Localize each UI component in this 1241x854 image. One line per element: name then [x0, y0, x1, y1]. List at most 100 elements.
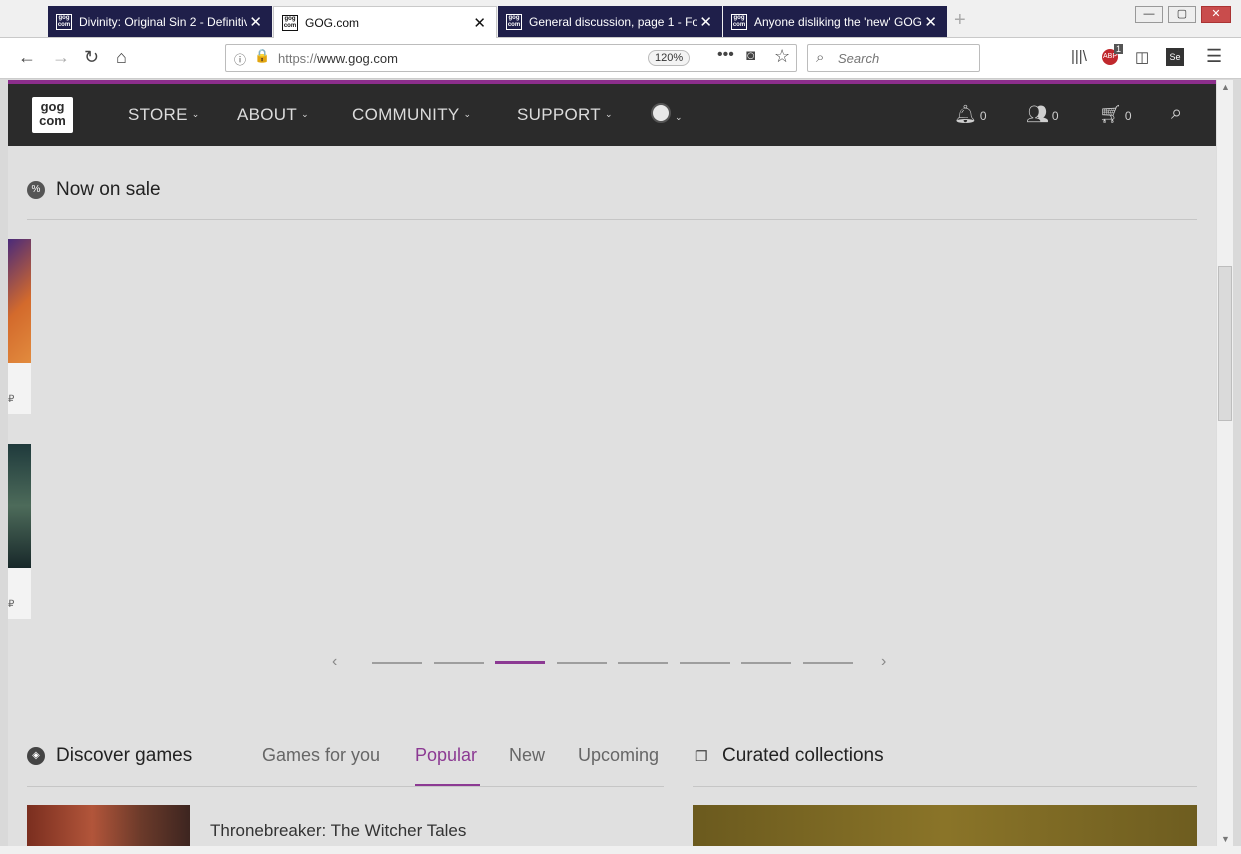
carousel-dot[interactable]: [556, 662, 607, 664]
chevron-down-icon: ⌄: [675, 112, 683, 122]
sidebar-toggle-icon[interactable]: ◫: [1135, 48, 1149, 66]
divider: [27, 219, 1197, 220]
scroll-up-arrow-icon[interactable]: ▲: [1221, 82, 1230, 92]
tab-upcoming[interactable]: Upcoming: [578, 745, 659, 766]
info-icon[interactable]: ⓘ: [234, 51, 246, 68]
home-icon[interactable]: ⌂: [116, 47, 127, 68]
menu-about[interactable]: ABOUT ⌄: [237, 105, 309, 125]
url-text[interactable]: https://www.gog.com: [278, 51, 398, 66]
close-icon[interactable]: ✕: [249, 13, 262, 31]
chevron-down-icon: ⌄: [191, 109, 200, 119]
tab-title: General discussion, page 1 - Fo: [529, 14, 697, 29]
sale-card[interactable]: ₽: [8, 239, 31, 414]
price-symbol: ₽: [8, 599, 15, 610]
close-icon[interactable]: ✕: [699, 13, 712, 31]
carousel-dot[interactable]: [618, 662, 668, 664]
tab-general-discussion[interactable]: gog com General discussion, page 1 - Fo ✕: [498, 6, 722, 37]
compass-icon: ◈: [27, 747, 45, 765]
search-icon: ⌕: [816, 49, 825, 66]
reload-icon[interactable]: ↻: [84, 47, 99, 68]
tab-gog-active[interactable]: gog com GOG.com ✕: [273, 6, 497, 38]
search-input[interactable]: [838, 51, 973, 66]
chevron-down-icon: ⌄: [463, 109, 472, 119]
sale-percent-icon: %: [27, 181, 45, 199]
game-cover: [8, 444, 31, 568]
logo-text-top: gog: [40, 99, 65, 114]
maximize-window-button[interactable]: ▢: [1168, 6, 1196, 23]
pocket-icon[interactable]: ◙: [746, 47, 755, 64]
section-title-curated-collections: Curated collections: [722, 745, 884, 766]
tab-title: GOG.com: [305, 15, 360, 30]
lock-icon[interactable]: 🔒: [254, 48, 270, 64]
gog-favicon-icon: gog com: [282, 14, 298, 31]
library-icon[interactable]: |||\: [1071, 48, 1087, 65]
chevron-down-icon: ⌄: [301, 109, 309, 119]
carousel-dot[interactable]: [433, 662, 484, 664]
divider: [27, 786, 664, 787]
tab-strip: gog com Divinity: Original Sin 2 - Defini…: [0, 0, 1241, 38]
forward-arrow-icon[interactable]: →: [52, 47, 70, 68]
section-title-now-on-sale: Now on sale: [56, 179, 161, 200]
scrollbar-thumb[interactable]: [1218, 266, 1232, 421]
navigation-toolbar: ← → ↻ ⌂ ⓘ 🔒 https://www.gog.com 120% •••…: [0, 38, 1241, 79]
divider: [693, 786, 1197, 787]
cart-button[interactable]: 🛒︎ 0: [1099, 104, 1132, 125]
selenium-extension-icon[interactable]: Se: [1166, 48, 1184, 66]
price-symbol: ₽: [8, 394, 15, 405]
tab-games-for-you[interactable]: Games for you: [262, 745, 380, 766]
bell-icon: 🔔︎: [954, 104, 977, 124]
hamburger-menu-icon[interactable]: ☰: [1206, 46, 1222, 67]
collections-icon: ❐: [695, 748, 708, 764]
window-bottom-border: [0, 846, 1241, 854]
close-icon[interactable]: ✕: [924, 13, 937, 31]
gog-favicon-icon: gog com: [506, 13, 522, 30]
avatar: [651, 103, 671, 123]
carousel-dot[interactable]: [741, 662, 791, 664]
page-actions-menu-icon[interactable]: •••: [717, 46, 734, 64]
new-tab-plus-icon[interactable]: +: [954, 9, 966, 32]
cart-icon: 🛒︎: [1099, 104, 1122, 124]
gog-favicon-icon: gog com: [731, 13, 747, 30]
adblock-count-badge: 1: [1114, 44, 1124, 54]
gog-logo[interactable]: gog com: [32, 97, 73, 133]
address-bar[interactable]: ⓘ 🔒 https://www.gog.com 120%: [225, 44, 797, 72]
back-arrow-icon[interactable]: ←: [18, 47, 36, 68]
section-title-discover-games: Discover games: [56, 745, 193, 766]
notifications-button[interactable]: 🔔︎ 0: [954, 104, 987, 125]
menu-support[interactable]: SUPPORT ⌄: [517, 105, 613, 125]
close-window-button[interactable]: ✕: [1201, 6, 1231, 23]
search-bar[interactable]: ⌕: [807, 44, 980, 72]
store-search-icon[interactable]: ⌕: [1171, 102, 1182, 125]
tab-anyone-disliking[interactable]: gog com Anyone disliking the 'new' GOG ✕: [723, 6, 947, 37]
carousel-dot[interactable]: [495, 661, 545, 664]
menu-store[interactable]: STORE ⌄: [128, 105, 200, 125]
page-viewport: gog com STORE ⌄ ABOUT ⌄ COMMUNITY ⌄ SUPPORT…: [8, 80, 1216, 846]
tab-popular[interactable]: Popular: [415, 745, 477, 766]
page-scrollbar[interactable]: ▲ ▼: [1216, 80, 1233, 846]
tab-title: Divinity: Original Sin 2 - Definitive: [79, 14, 247, 29]
gog-navigation-bar: gog com STORE ⌄ ABOUT ⌄ COMMUNITY ⌄ SUPPORT…: [8, 84, 1216, 146]
carousel-dot[interactable]: [802, 662, 853, 664]
zoom-level-badge[interactable]: 120%: [648, 50, 691, 66]
game-title[interactable]: Thronebreaker: The Witcher Tales: [210, 821, 466, 841]
tab-title: Anyone disliking the 'new' GOG: [754, 14, 922, 29]
user-avatar-menu[interactable]: ⌄: [651, 103, 683, 128]
friends-button[interactable]: 👥︎ 0: [1026, 104, 1059, 125]
chevron-down-icon: ⌄: [604, 109, 613, 119]
carousel-dot[interactable]: [372, 662, 422, 664]
tab-new[interactable]: New: [509, 745, 545, 766]
bookmark-star-icon[interactable]: ☆: [774, 46, 790, 67]
sale-card[interactable]: ₽: [8, 444, 31, 619]
carousel-prev-chevron-icon[interactable]: ‹: [332, 653, 337, 671]
carousel-dot[interactable]: [679, 662, 730, 664]
menu-community[interactable]: COMMUNITY ⌄: [352, 105, 471, 125]
scroll-down-arrow-icon[interactable]: ▼: [1221, 834, 1230, 844]
close-icon[interactable]: ✕: [473, 14, 486, 32]
friends-icon: 👥︎: [1026, 104, 1049, 124]
game-thumbnail[interactable]: [27, 805, 190, 846]
carousel-next-chevron-icon[interactable]: ›: [881, 653, 886, 671]
curated-collection-banner[interactable]: [693, 805, 1197, 846]
minimize-window-button[interactable]: —: [1135, 6, 1163, 23]
tab-divinity[interactable]: gog com Divinity: Original Sin 2 - Defini…: [48, 6, 272, 37]
gog-favicon-icon: gog com: [56, 13, 72, 30]
